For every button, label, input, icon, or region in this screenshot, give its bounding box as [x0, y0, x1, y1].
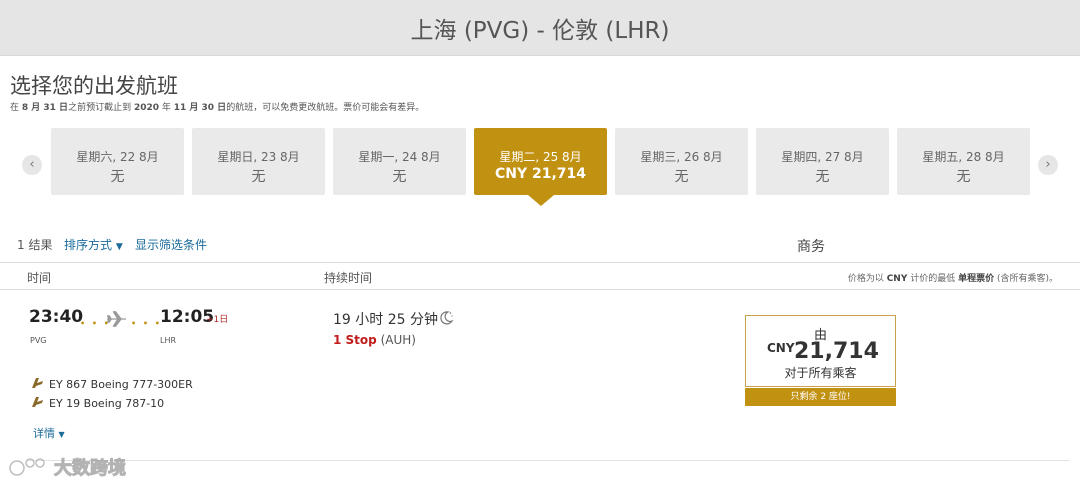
- departure-airport-code: PVG: [30, 336, 47, 345]
- date-card-label: 星期四, 27 8月: [781, 150, 864, 164]
- watermark-text: 大数跨境: [54, 458, 127, 480]
- date-card-23[interactable]: 星期日, 23 8月 无: [192, 128, 325, 195]
- date-card-28[interactable]: 星期五, 28 8月 无: [897, 128, 1030, 195]
- segment-label: EY 19 Boeing 787-10: [49, 397, 165, 410]
- caret-down-icon: ▼: [58, 430, 65, 439]
- overnight-moon-icon: [438, 310, 454, 330]
- date-card-22[interactable]: 星期六, 22 8月 无: [51, 128, 184, 195]
- segment-label: EY 867 Boeing 777-300ER: [49, 378, 193, 391]
- result-count: 1 结果: [17, 238, 53, 252]
- flight-segment: EY 19 Boeing 787-10: [31, 396, 164, 411]
- top-header: 上海 (PVG) - 伦敦 (LHR): [0, 0, 1080, 56]
- chevron-left-icon: ‹: [29, 157, 35, 172]
- arrival-airport-code: LHR: [160, 336, 177, 345]
- departure-time: 23:40: [29, 307, 84, 327]
- chevron-down-icon: ⌄: [866, 346, 875, 357]
- date-card-price: 无: [110, 169, 125, 185]
- fare-currency: CNY: [767, 341, 795, 355]
- show-filters-link[interactable]: 显示筛选条件: [135, 236, 207, 253]
- date-card-price: 无: [392, 169, 407, 185]
- date-card-label: 星期二, 25 8月: [499, 150, 582, 164]
- divider: [0, 262, 1080, 263]
- date-card-label: 星期日, 23 8月: [217, 150, 300, 164]
- details-label: 详情: [33, 427, 55, 440]
- flight-segment: EY 867 Boeing 777-300ER: [31, 377, 193, 392]
- caret-down-icon: ▼: [115, 242, 123, 252]
- watermark-logo: [9, 458, 45, 476]
- flight-duration: 19 小时 25 分钟: [333, 312, 438, 328]
- divider: [0, 289, 1080, 290]
- watermark: 大数跨境: [8, 454, 127, 480]
- column-header-time: 时间: [27, 271, 52, 285]
- date-card-label: 星期一, 24 8月: [358, 150, 441, 164]
- fare-select-button[interactable]: 由 CNY 21,714 ⌄ 对于所有乘客: [745, 315, 896, 387]
- date-card-27[interactable]: 星期四, 27 8月 无: [756, 128, 889, 195]
- chevron-right-icon: ›: [1045, 157, 1051, 172]
- stops-info: 1 Stop (AUH): [333, 333, 416, 347]
- prev-dates-button[interactable]: ‹: [22, 155, 42, 175]
- sort-label: 排序方式: [64, 238, 113, 252]
- cabin-class-header: 商务: [797, 239, 825, 255]
- next-day-indicator: +1日: [206, 315, 229, 325]
- date-card-25-selected[interactable]: 星期二, 25 8月 CNY 21,714: [474, 128, 607, 195]
- next-dates-button[interactable]: ›: [1038, 155, 1058, 175]
- date-card-price: CNY 21,714: [494, 166, 587, 182]
- route-title: 上海 (PVG) - 伦敦 (LHR): [410, 17, 670, 44]
- stop-airport: (AUH): [380, 333, 416, 347]
- selected-date-pointer: [528, 195, 554, 206]
- date-card-price: 无: [956, 169, 971, 185]
- airplane-icon: [106, 310, 128, 332]
- date-card-label: 星期五, 28 8月: [922, 150, 1005, 164]
- date-card-label: 星期六, 22 8月: [76, 150, 159, 164]
- date-card-price: 无: [251, 169, 266, 185]
- airline-tail-icon: [31, 377, 44, 392]
- fare-pax-label: 对于所有乘客: [784, 366, 857, 380]
- seats-left-badge: 只剩余 2 座位!: [745, 388, 896, 406]
- stop-count: 1 Stop: [333, 333, 377, 347]
- column-header-duration: 持续时间: [324, 271, 373, 285]
- price-note: 价格为以 CNY 计价的最低 单程票价 (含所有乘客)。: [847, 274, 1058, 284]
- date-card-label: 星期三, 26 8月: [640, 150, 723, 164]
- airline-tail-icon: [31, 396, 44, 411]
- details-toggle[interactable]: 详情 ▼: [33, 425, 65, 441]
- date-card-26[interactable]: 星期三, 26 8月 无: [615, 128, 748, 195]
- page-title: 选择您的出发航班: [10, 74, 178, 98]
- sort-dropdown[interactable]: 排序方式 ▼: [64, 236, 123, 253]
- route-dots: • • •: [131, 319, 162, 328]
- date-card-24[interactable]: 星期一, 24 8月 无: [333, 128, 466, 195]
- date-card-price: 无: [815, 169, 830, 185]
- change-policy-note: 在 8 月 31 日之前预订截止到 2020 年 11 月 30 日的航班，可以…: [10, 103, 425, 113]
- date-card-price: 无: [674, 169, 689, 185]
- divider: [27, 460, 1070, 461]
